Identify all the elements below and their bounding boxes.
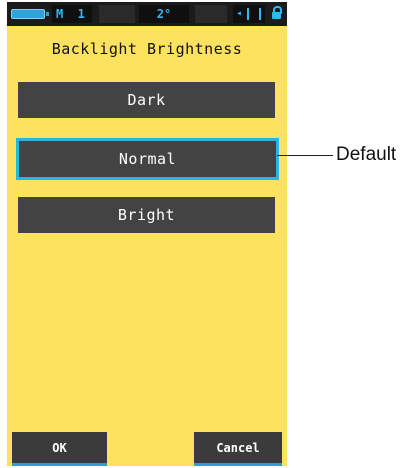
callout-line	[277, 155, 333, 156]
default-callout-label: Default	[336, 144, 397, 165]
status-bar: M 1 2° ◂	[7, 2, 287, 26]
signal-glyph: ◂	[236, 8, 243, 19]
status-slot	[99, 5, 135, 23]
signal-bars	[247, 8, 261, 20]
mode-indicator: M 1	[52, 5, 92, 23]
device-screen: M 1 2° ◂ Backlight Brightness Dark Norma…	[7, 2, 287, 466]
lock-shape	[272, 6, 282, 19]
cancel-button[interactable]: Cancel	[194, 432, 282, 466]
battery-icon	[11, 9, 49, 19]
signal-icon: ◂	[233, 5, 265, 23]
lock-icon	[269, 5, 285, 23]
ok-button[interactable]: OK	[12, 432, 107, 466]
option-normal-button[interactable]: Normal	[16, 138, 279, 180]
angle-indicator: 2°	[139, 5, 189, 23]
page-title: Backlight Brightness	[51, 40, 243, 58]
option-bright-button[interactable]: Bright	[18, 197, 275, 233]
status-slot	[195, 5, 227, 23]
option-dark-button[interactable]: Dark	[18, 82, 275, 118]
